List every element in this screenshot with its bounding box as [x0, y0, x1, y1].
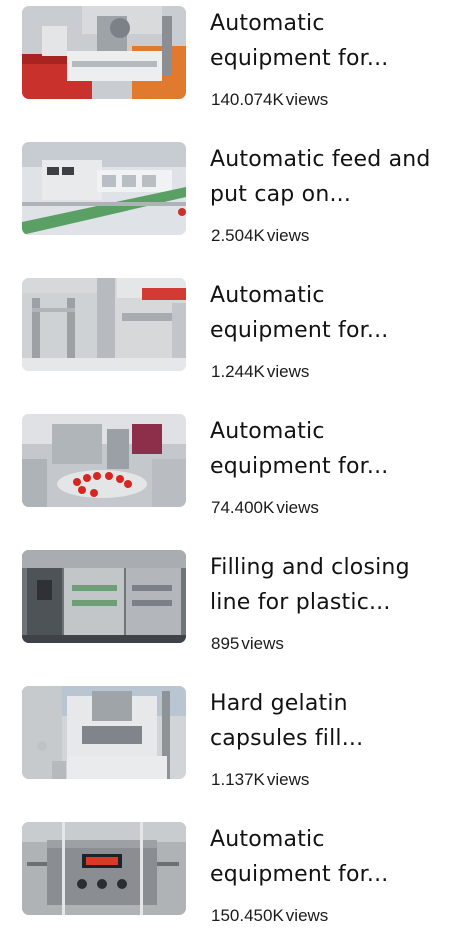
video-title[interactable]: Automatic equipment for...	[210, 414, 445, 484]
video-thumbnail[interactable]	[22, 822, 186, 915]
video-item[interactable]: Automatic equipment for... 150.450K views	[0, 816, 457, 952]
video-view-count: 74.400K views	[211, 496, 319, 520]
video-title[interactable]: Automatic feed and put cap on...	[210, 142, 445, 212]
stainless-filler-thumbnail-image	[22, 278, 186, 371]
video-view-count: 150.450K views	[211, 904, 328, 928]
video-thumbnail[interactable]	[22, 414, 186, 507]
video-view-count: 1.137K views	[211, 768, 309, 792]
video-list: Automatic equipment for... 140.074K views…	[0, 0, 457, 927]
video-item[interactable]: Filling and closing line for plastic... …	[0, 544, 457, 680]
view-count-value: 150.450K	[211, 906, 284, 925]
video-view-count: 2.504K views	[211, 224, 309, 248]
enclosed-filling-line-thumbnail-image	[22, 550, 186, 643]
video-title[interactable]: Filling and closing line for plastic...	[210, 550, 445, 620]
view-count-suffix: views	[241, 634, 284, 653]
view-count-suffix: views	[266, 226, 310, 245]
view-count-value: 1.137K	[211, 770, 265, 789]
video-item[interactable]: Automatic feed and put cap on... 2.504K v…	[0, 136, 457, 272]
video-item[interactable]: Automatic equipment for... 74.400K views	[0, 408, 457, 544]
video-view-count: 140.074K views	[211, 88, 328, 112]
video-thumbnail[interactable]	[22, 550, 186, 643]
video-item[interactable]: Automatic equipment for... 140.074K views	[0, 0, 457, 136]
video-thumbnail[interactable]	[22, 686, 186, 779]
view-count-value: 74.400K	[211, 498, 275, 517]
view-count-value: 895	[211, 634, 240, 653]
video-thumbnail[interactable]	[22, 6, 186, 99]
view-count-value: 140.074K	[211, 90, 284, 109]
rotary-table-thumbnail-image	[22, 414, 186, 507]
view-count-suffix: views	[266, 362, 310, 381]
video-view-count: 895 views	[211, 632, 284, 656]
capping-machine-thumbnail-image	[22, 6, 186, 99]
view-count-suffix: views	[285, 90, 329, 109]
view-count-value: 1.244K	[211, 362, 265, 381]
video-thumbnail[interactable]	[22, 142, 186, 235]
video-item[interactable]: Hard gelatin capsules fill... 1.137K view…	[0, 680, 457, 816]
view-count-value: 2.504K	[211, 226, 265, 245]
conveyor-cap-feeder-thumbnail-image	[22, 142, 186, 235]
video-title[interactable]: Automatic equipment for...	[210, 822, 445, 892]
video-view-count: 1.244K views	[211, 360, 309, 384]
digital-pump-filler-thumbnail-image	[22, 822, 186, 915]
video-title[interactable]: Hard gelatin capsules fill...	[210, 686, 445, 756]
capsule-filling-machine-thumbnail-image	[22, 686, 186, 779]
view-count-suffix: views	[266, 770, 310, 789]
view-count-suffix: views	[276, 498, 319, 517]
video-title[interactable]: Automatic equipment for...	[210, 6, 445, 76]
video-thumbnail[interactable]	[22, 278, 186, 371]
view-count-suffix: views	[285, 906, 329, 925]
video-title[interactable]: Automatic equipment for...	[210, 278, 445, 348]
video-item[interactable]: Automatic equipment for... 1.244K views	[0, 272, 457, 408]
